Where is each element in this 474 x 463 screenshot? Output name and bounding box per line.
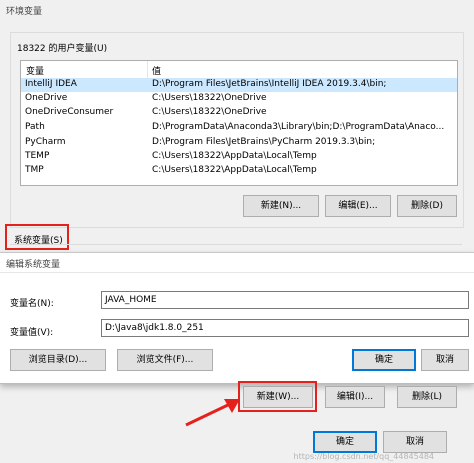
dialog-cancel-button[interactable]: 取消 (421, 349, 469, 371)
variable-value-field[interactable]: D:\Java8\jdk1.8.0_251 (101, 319, 469, 337)
dialog-title: 编辑系统变量 (6, 260, 61, 270)
dialog-ok-button[interactable]: 确定 (352, 349, 416, 371)
variable-value: D:\Program Files\JetBrains\PyCharm 2019.… (152, 137, 376, 147)
variable-name: PyCharm (25, 137, 66, 147)
variable-name: OneDrive (25, 93, 68, 103)
list-row[interactable]: OneDrive C:\Users\18322\OneDrive (21, 92, 457, 106)
user-variables-label: 18322 的用户变量(U) (14, 41, 111, 54)
user-variables-list[interactable]: 变量 值 IntelliJ IDEA D:\Program Files\JetB… (20, 60, 458, 186)
footer-cancel-button[interactable]: 取消 (383, 431, 447, 453)
variable-name-field[interactable]: JAVA_HOME (101, 291, 469, 309)
edit-variable-dialog: 编辑系统变量 变量名(N): JAVA_HOME 变量值(V): D:\Java… (0, 252, 474, 384)
list-row[interactable]: IntelliJ IDEA D:\Program Files\JetBrains… (21, 78, 457, 92)
variable-value-label: 变量值(V): (10, 328, 54, 338)
column-header-variable[interactable]: 变量 (26, 64, 44, 77)
variable-value: D:\ProgramData\Anaconda3\Library\bin;D:\… (152, 122, 445, 132)
browse-directory-button[interactable]: 浏览目录(D)... (10, 349, 106, 371)
footer-ok-button[interactable]: 确定 (313, 431, 377, 453)
user-new-button[interactable]: 新建(N)... (243, 195, 319, 217)
variable-name: IntelliJ IDEA (25, 79, 77, 89)
variable-name: OneDriveConsumer (25, 107, 114, 117)
list-row[interactable]: PyCharm D:\Program Files\JetBrains\PyCha… (21, 136, 457, 150)
variable-value: C:\Users\18322\OneDrive (152, 107, 267, 117)
system-edit-button[interactable]: 编辑(I)... (325, 386, 385, 408)
highlight-box-new-button (238, 381, 317, 412)
window-title: 环境变量 (6, 7, 43, 17)
browse-file-button[interactable]: 浏览文件(F)... (117, 349, 213, 371)
variable-value: C:\Users\18322\AppData\Local\Temp (152, 165, 317, 175)
highlight-box-system-label (5, 224, 69, 250)
red-arrow-icon (185, 399, 240, 427)
variable-name: TEMP (25, 151, 50, 161)
watermark-text: https://blog.csdn.net/qq_44845484 (293, 452, 434, 461)
dialog-title-divider (0, 272, 474, 273)
variable-value: C:\Users\18322\AppData\Local\Temp (152, 151, 317, 161)
list-row[interactable]: Path D:\ProgramData\Anaconda3\Library\bi… (21, 121, 457, 135)
list-row[interactable]: OneDriveConsumer C:\Users\18322\OneDrive (21, 106, 457, 120)
variable-value: D:\Program Files\JetBrains\IntelliJ IDEA… (152, 79, 387, 89)
user-edit-button[interactable]: 编辑(E)... (325, 195, 391, 217)
list-header: 变量 值 (21, 61, 457, 79)
column-header-value[interactable]: 值 (152, 64, 161, 77)
user-delete-button[interactable]: 删除(D) (397, 195, 457, 217)
system-group-border (10, 244, 462, 245)
list-row[interactable]: TMP C:\Users\18322\AppData\Local\Temp (21, 164, 457, 178)
variable-name: Path (25, 122, 45, 132)
variable-value: C:\Users\18322\OneDrive (152, 93, 267, 103)
list-row[interactable]: TEMP C:\Users\18322\AppData\Local\Temp (21, 150, 457, 164)
system-delete-button[interactable]: 删除(L) (397, 386, 457, 408)
variable-name: TMP (25, 165, 44, 175)
variable-name-label: 变量名(N): (10, 299, 54, 309)
